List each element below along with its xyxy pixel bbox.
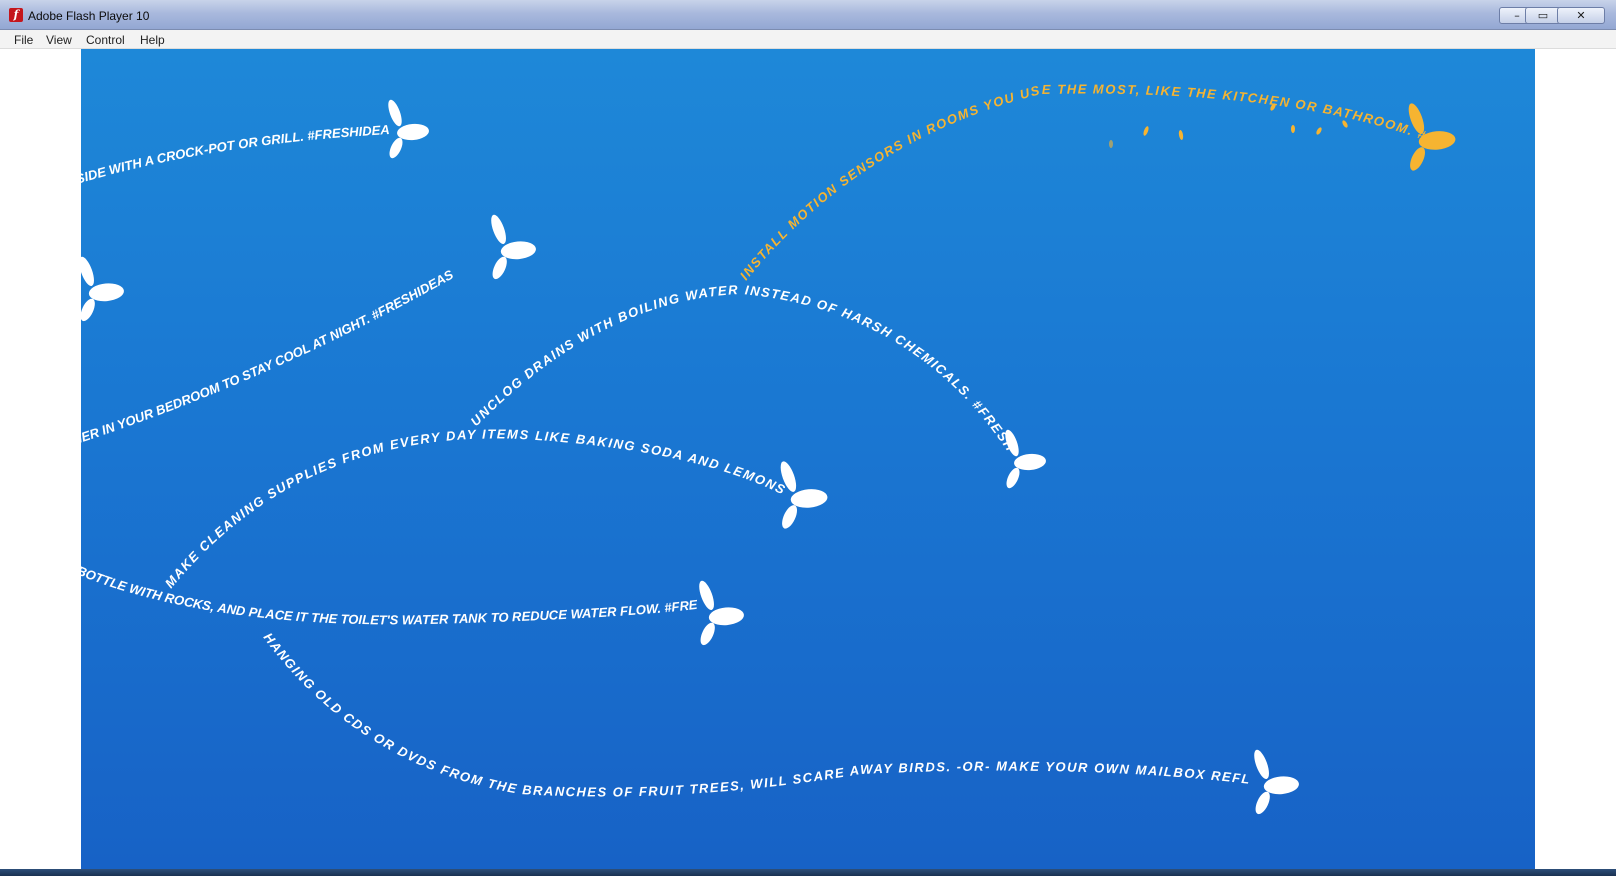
stage-canvas: UTSIDE WITH A CROCK-POT OR GRILL. #FRESH… <box>81 49 1457 817</box>
window-titlebar[interactable]: f Adobe Flash Player 10 – ▭ ✕ <box>0 0 1616 30</box>
leaf-icon <box>385 98 430 161</box>
leaf-icon <box>81 255 125 324</box>
leaf-icon <box>777 459 829 531</box>
menu-file[interactable]: File <box>14 33 33 47</box>
flash-app-icon: f <box>9 8 23 22</box>
quote-text-2: IONER IN YOUR BEDROOM TO STAY COOL AT NI… <box>81 267 456 452</box>
leaf-icon <box>1251 748 1300 817</box>
quote-text-7: HANGING OLD CDS OR DVDS FROM THE BRANCHE… <box>81 49 1252 800</box>
quote-text-5: MAKE CLEANING SUPPLIES FROM EVERY DAY IT… <box>81 49 789 591</box>
taskbar[interactable] <box>0 869 1616 876</box>
close-button[interactable]: ✕ <box>1557 7 1605 24</box>
leaf-icon <box>488 213 537 282</box>
menu-control[interactable]: Control <box>86 33 125 47</box>
window-title: Adobe Flash Player 10 <box>28 9 150 23</box>
quote-text-1: UTSIDE WITH A CROCK-POT OR GRILL. #FRESH… <box>81 49 390 192</box>
maximize-button[interactable]: ▭ <box>1525 7 1561 24</box>
flash-stage[interactable]: UTSIDE WITH A CROCK-POT OR GRILL. #FRESH… <box>81 49 1535 869</box>
quote-text-3: INSTALL MOTION SENSORS IN ROOMS YOU USE … <box>81 49 1429 283</box>
leaf-icon <box>1002 428 1047 491</box>
menu-bar: File View Control Help <box>0 30 1616 49</box>
menu-help[interactable]: Help <box>140 33 165 47</box>
menu-view[interactable]: View <box>46 33 72 47</box>
leaf-icon <box>696 579 745 648</box>
